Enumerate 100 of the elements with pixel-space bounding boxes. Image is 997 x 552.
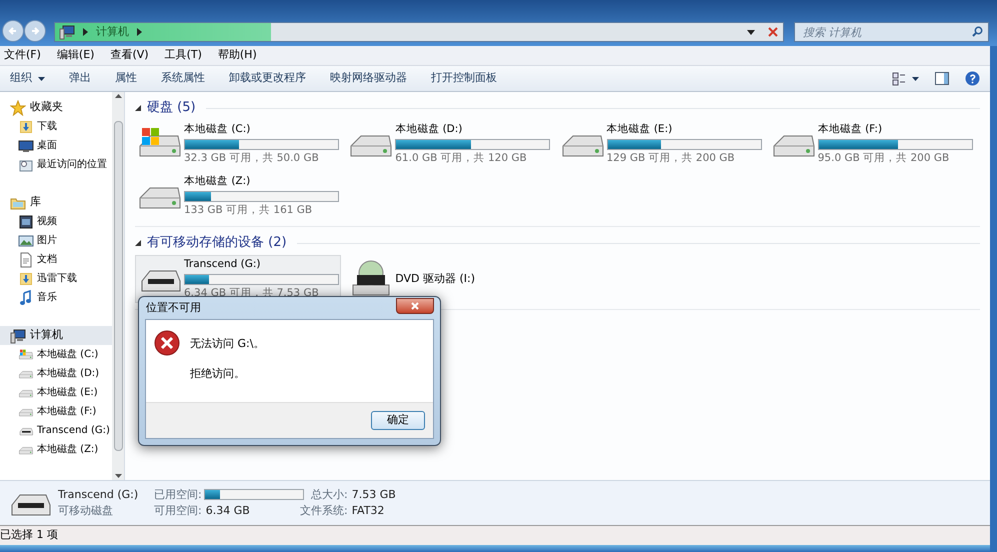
- sidebar-item[interactable]: 本地磁盘 (D:): [0, 364, 112, 383]
- drive-name: Transcend (G:): [184, 256, 262, 272]
- status-text: 已选择 1 项: [0, 527, 58, 544]
- menu-item[interactable]: 查看(V): [110, 47, 149, 64]
- sidebar-item[interactable]: 本地磁盘 (E:): [0, 383, 112, 402]
- sidebar-group[interactable]: 计算机: [0, 326, 112, 345]
- toolbar-button[interactable]: 打开控制面板: [431, 70, 497, 87]
- scrollbar[interactable]: [112, 92, 124, 480]
- drive-tile[interactable]: DVD 驱动器 (I:): [346, 255, 552, 303]
- sidebar-item[interactable]: 本地磁盘 (C:): [0, 345, 112, 364]
- sidebar-item[interactable]: 桌面: [0, 136, 112, 155]
- sidebar-item[interactable]: 本地磁盘 (F:): [0, 402, 112, 421]
- forward-button[interactable]: [24, 20, 46, 42]
- sidebar-item-label: 本地磁盘 (D:): [37, 366, 100, 381]
- sidebar-item-label: 本地磁盘 (C:): [37, 348, 98, 362]
- details-name: Transcend (G:): [58, 486, 140, 502]
- drive-space: 32.3 GB 可用，共 50.0 GB: [184, 150, 320, 166]
- ok-button[interactable]: 确定: [371, 411, 425, 430]
- error-icon: [154, 330, 180, 356]
- address-bar[interactable]: 计算机: [54, 22, 784, 42]
- sidebar-item[interactable]: 图片: [0, 231, 112, 250]
- toolbar-button[interactable]: 弹出: [69, 70, 91, 87]
- sidebar-item[interactable]: Transcend (G:): [0, 421, 112, 440]
- sidebar-item[interactable]: 下载: [0, 117, 112, 136]
- details-label: 文件系统:: [300, 503, 348, 519]
- breadcrumb[interactable]: 计算机: [96, 24, 129, 40]
- scroll-up-icon[interactable]: [114, 94, 122, 98]
- toolbar-button[interactable]: 属性: [115, 70, 137, 87]
- download-folder-icon: [18, 270, 34, 286]
- toolbar-button[interactable]: 卸载或更改程序: [229, 70, 306, 87]
- drive-tile[interactable]: 本地磁盘 (E:) 129 GB 可用，共 200 GB: [558, 120, 764, 168]
- scroll-down-icon[interactable]: [114, 474, 122, 478]
- sidebar-item[interactable]: 文档: [0, 250, 112, 269]
- help-icon[interactable]: [965, 71, 980, 86]
- music-note-icon: [18, 290, 34, 306]
- caret-icon: [38, 76, 45, 80]
- sidebar-item-label: 本地磁盘 (Z:): [37, 442, 98, 457]
- details-value: 6.34 GB: [206, 503, 250, 519]
- drive-name: 本地磁盘 (E:): [606, 122, 674, 137]
- sidebar-item-label: 音乐: [37, 290, 57, 305]
- drive-space: 61.0 GB 可用，共 120 GB: [395, 150, 528, 166]
- section-header[interactable]: 有可移动存储的设备 (2): [147, 233, 287, 253]
- drive-space: 129 GB 可用，共 200 GB: [606, 150, 736, 166]
- scroll-thumb[interactable]: [114, 121, 122, 451]
- close-button[interactable]: [396, 298, 434, 314]
- sidebar-group-label: 收藏夹: [30, 99, 63, 116]
- toolbar-button[interactable]: 组织: [10, 70, 45, 87]
- dialog-message: 无法访问 G:\。: [190, 336, 264, 352]
- collapse-triangle-icon[interactable]: [135, 240, 141, 246]
- menu-item[interactable]: 工具(T): [164, 47, 202, 64]
- sidebar-item-label: 桌面: [37, 138, 57, 153]
- sidebar-item[interactable]: 本地磁盘 (Z:): [0, 440, 112, 459]
- close-icon[interactable]: [767, 26, 779, 38]
- computer-icon: [59, 24, 75, 40]
- computer-icon: [10, 328, 26, 344]
- toolbar-button[interactable]: 映射网络驱动器: [330, 70, 407, 87]
- drive-tile[interactable]: 本地磁盘 (Z:) 133 GB 可用，共 161 GB: [135, 172, 341, 220]
- menu-item[interactable]: 编辑(E): [56, 47, 94, 64]
- desktop-icon: [18, 138, 34, 154]
- details-value: FAT32: [352, 503, 386, 519]
- dialog-detail: 拒绝访问。: [190, 366, 246, 382]
- drive-tile[interactable]: 本地磁盘 (C:) 32.3 GB 可用，共 50.0 GB: [135, 120, 341, 168]
- drive-tile[interactable]: 本地磁盘 (D:) 61.0 GB 可用，共 120 GB: [346, 120, 552, 168]
- drive-name: 本地磁盘 (D:): [395, 122, 464, 137]
- system-drive-icon: [18, 348, 34, 360]
- close-icon: [411, 302, 419, 310]
- menu-item[interactable]: 帮助(H): [218, 47, 257, 64]
- drive-name: 本地磁盘 (C:): [184, 122, 252, 137]
- sidebar-item-label: Transcend (G:): [37, 424, 110, 438]
- toolbar-button[interactable]: 系统属性: [161, 70, 205, 87]
- sidebar-item-label: 图片: [37, 234, 57, 248]
- sidebar-group-label: 计算机: [30, 327, 63, 344]
- search-field[interactable]: 搜索 计算机: [794, 22, 989, 42]
- drive-space: 95.0 GB 可用，共 200 GB: [818, 150, 950, 166]
- details-label: 已用空间:: [154, 486, 202, 502]
- sidebar-item[interactable]: 最近访问的位置: [0, 155, 112, 174]
- view-options-button[interactable]: [892, 72, 919, 86]
- menu-item[interactable]: 文件(F): [4, 47, 41, 64]
- section-header[interactable]: 硬盘 (5): [147, 98, 196, 118]
- dropdown-arrow-icon[interactable]: [747, 30, 755, 34]
- forward-arrow-icon: [30, 26, 40, 36]
- back-arrow-icon: [8, 26, 18, 36]
- details-type: 可移动磁盘: [58, 503, 114, 519]
- sidebar-item[interactable]: 音乐: [0, 288, 112, 307]
- sidebar-item[interactable]: 迅雷下载: [0, 269, 112, 288]
- drive-tile[interactable]: 本地磁盘 (F:) 95.0 GB 可用，共 200 GB: [768, 120, 975, 168]
- caret-icon: [912, 76, 919, 80]
- collapse-triangle-icon[interactable]: [135, 105, 141, 111]
- document-icon: [18, 252, 34, 268]
- preview-pane-icon[interactable]: [935, 72, 949, 85]
- sidebar-item[interactable]: 视频: [0, 212, 112, 231]
- sidebar-group[interactable]: 库: [0, 193, 112, 212]
- drive-name: DVD 驱动器 (I:): [395, 270, 476, 287]
- sidebar-group[interactable]: 收藏夹: [0, 98, 112, 117]
- sidebar-item-label: 视频: [37, 214, 57, 229]
- breadcrumb-arrow-icon: [137, 28, 142, 36]
- sidebar-item-label: 迅雷下载: [37, 272, 77, 286]
- back-button[interactable]: [2, 20, 24, 42]
- search-icon: [972, 26, 983, 37]
- view-list-icon: [892, 72, 906, 86]
